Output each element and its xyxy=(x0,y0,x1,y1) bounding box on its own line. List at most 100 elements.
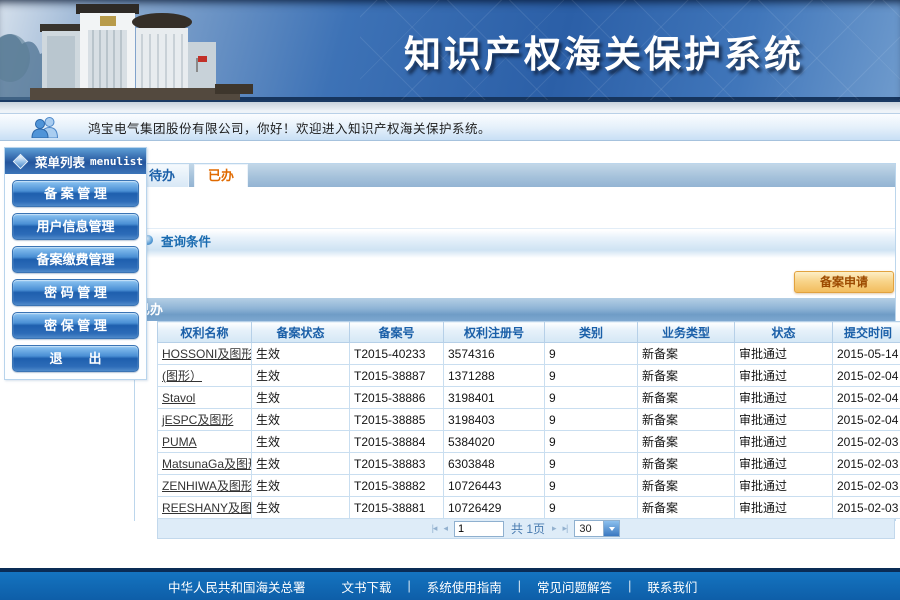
sidebar-menu: 菜单列表 menulist 备 案 管 理用户信息管理备案缴费管理密 码 管 理… xyxy=(4,147,147,380)
table-body: HOSSONI及图形生效T2015-4023335743169新备案审批通过20… xyxy=(158,343,900,519)
table-cell: 9 xyxy=(545,453,638,475)
footer: 中华人民共和国海关总署文书下载|系统使用指南|常见问题解答|联系我们 xyxy=(0,568,900,600)
table-row: ZENHIWA及图形生效T2015-38882107264439新备案审批通过2… xyxy=(158,475,900,497)
right-name-link[interactable]: Stavol xyxy=(162,391,195,405)
right-name-link[interactable]: HOSSONI及图形 xyxy=(162,347,252,361)
table-cell: 生效 xyxy=(252,365,350,387)
right-name-link[interactable]: (图形） xyxy=(162,369,202,383)
table-header-row: 权利名称备案状态备案号权利注册号类别业务类型状态提交时间 xyxy=(158,322,900,343)
tab-done[interactable]: 已办 xyxy=(194,164,248,187)
table-cell: 审批通过 xyxy=(735,409,833,431)
prev-page-icon[interactable]: ◂ xyxy=(443,524,447,533)
main-content-panel: 待办已办 查询条件 备案申请 已办 权利名称备案状态备案号权利注册号类别业务类型… xyxy=(134,163,896,521)
sidebar-item-4[interactable]: 密 保 管 理 xyxy=(12,312,139,339)
table-cell: 10726443 xyxy=(444,475,545,497)
pagination-bar: |◂ ◂ 共 1页 ▸ ▸| 30 xyxy=(157,519,895,539)
table-cell: 生效 xyxy=(252,453,350,475)
footer-separator: | xyxy=(518,579,521,593)
footer-separator: | xyxy=(628,579,631,593)
table-cell: 新备案 xyxy=(638,453,735,475)
table-cell: HOSSONI及图形 xyxy=(158,343,252,365)
right-name-link[interactable]: PUMA xyxy=(162,435,197,449)
table-cell: T2015-38884 xyxy=(350,431,444,453)
footer-link-0[interactable]: 中华人民共和国海关总署 xyxy=(168,577,306,596)
table-cell: 9 xyxy=(545,365,638,387)
column-header: 提交时间 xyxy=(833,322,900,343)
table-cell: 生效 xyxy=(252,431,350,453)
tab-content: 查询条件 备案申请 已办 权利名称备案状态备案号权利注册号类别业务类型状态提交时… xyxy=(135,187,895,522)
table-cell: Stavol xyxy=(158,387,252,409)
table-cell: 6303848 xyxy=(444,453,545,475)
column-header: 备案状态 xyxy=(252,322,350,343)
table-cell: T2015-40233 xyxy=(350,343,444,365)
table-cell: (图形） xyxy=(158,365,252,387)
filings-table: 权利名称备案状态备案号权利注册号类别业务类型状态提交时间 HOSSONI及图形生… xyxy=(157,321,900,519)
footer-link-1[interactable]: 文书下载 xyxy=(342,577,392,596)
footer-link-3[interactable]: 常见问题解答 xyxy=(537,577,612,596)
sidebar-item-2[interactable]: 备案缴费管理 xyxy=(12,246,139,273)
table-cell: 5384020 xyxy=(444,431,545,453)
next-page-icon[interactable]: ▸ xyxy=(552,524,556,533)
table-cell: 生效 xyxy=(252,475,350,497)
filing-apply-button[interactable]: 备案申请 xyxy=(794,271,894,293)
table-cell: 新备案 xyxy=(638,365,735,387)
table-cell: 审批通过 xyxy=(735,431,833,453)
query-form-area xyxy=(135,187,895,229)
sidebar-item-1[interactable]: 用户信息管理 xyxy=(12,213,139,240)
table-cell: 1371288 xyxy=(444,365,545,387)
welcome-bar: 鸿宝电气集团股份有限公司，你好！欢迎进入知识产权海关保护系统。 xyxy=(0,113,900,141)
query-conditions-title: 查询条件 xyxy=(161,231,211,250)
sidebar-item-5[interactable]: 退 出 xyxy=(12,345,139,372)
table-row: jESPC及图形生效T2015-3888531984039新备案审批通过2015… xyxy=(158,409,900,431)
table-cell: 审批通过 xyxy=(735,453,833,475)
first-page-icon[interactable]: |◂ xyxy=(432,524,437,533)
table-cell: 2015-02-04 xyxy=(833,409,900,431)
table-cell: 3574316 xyxy=(444,343,545,365)
table-cell: 新备案 xyxy=(638,343,735,365)
page-size-select[interactable]: 30 xyxy=(574,520,620,537)
table-row: HOSSONI及图形生效T2015-4023335743169新备案审批通过20… xyxy=(158,343,900,365)
table-cell: 2015-02-04 xyxy=(833,365,900,387)
table-cell: T2015-38882 xyxy=(350,475,444,497)
table-cell: PUMA xyxy=(158,431,252,453)
menu-list-title: 菜单列表 xyxy=(35,152,85,171)
right-name-link[interactable]: REESHANY及图形 xyxy=(162,501,252,515)
table-cell: 2015-05-14 xyxy=(833,343,900,365)
tab-bar: 待办已办 xyxy=(135,164,895,187)
table-cell: 2015-02-03 xyxy=(833,453,900,475)
table-cell: T2015-38885 xyxy=(350,409,444,431)
system-title: 知识产权海关保护系统 xyxy=(404,24,804,78)
table-cell: 审批通过 xyxy=(735,387,833,409)
table-cell: 审批通过 xyxy=(735,475,833,497)
right-name-link[interactable]: ZENHIWA及图形 xyxy=(162,479,252,493)
table-cell: REESHANY及图形 xyxy=(158,497,252,519)
footer-link-2[interactable]: 系统使用指南 xyxy=(427,577,502,596)
table-cell: 9 xyxy=(545,431,638,453)
footer-link-4[interactable]: 联系我们 xyxy=(647,577,697,596)
table-row: Stavol生效T2015-3888631984019新备案审批通过2015-0… xyxy=(158,387,900,409)
diamond-icon xyxy=(13,153,29,169)
sidebar-item-3[interactable]: 密 码 管 理 xyxy=(12,279,139,306)
table-cell: T2015-38886 xyxy=(350,387,444,409)
customs-building-image xyxy=(0,0,460,100)
column-header: 备案号 xyxy=(350,322,444,343)
table-cell: 新备案 xyxy=(638,387,735,409)
table-cell: 3198403 xyxy=(444,409,545,431)
table-cell: 新备案 xyxy=(638,431,735,453)
table-cell: T2015-38883 xyxy=(350,453,444,475)
table-cell: 10726429 xyxy=(444,497,545,519)
query-conditions-header: 查询条件 xyxy=(135,229,895,250)
chevron-down-icon[interactable] xyxy=(603,521,619,536)
table-cell: 9 xyxy=(545,343,638,365)
column-header: 类别 xyxy=(545,322,638,343)
right-name-link[interactable]: jESPC及图形 xyxy=(162,413,233,427)
page-number-input[interactable] xyxy=(454,521,504,537)
last-page-icon[interactable]: ▸| xyxy=(563,524,568,533)
table-cell: 审批通过 xyxy=(735,343,833,365)
table-cell: 生效 xyxy=(252,497,350,519)
right-name-link[interactable]: MatsunaGa及图形 xyxy=(162,457,252,471)
table-row: PUMA生效T2015-3888453840209新备案审批通过2015-02-… xyxy=(158,431,900,453)
sidebar-item-0[interactable]: 备 案 管 理 xyxy=(12,180,139,207)
users-icon xyxy=(30,116,60,138)
table-cell: MatsunaGa及图形 xyxy=(158,453,252,475)
